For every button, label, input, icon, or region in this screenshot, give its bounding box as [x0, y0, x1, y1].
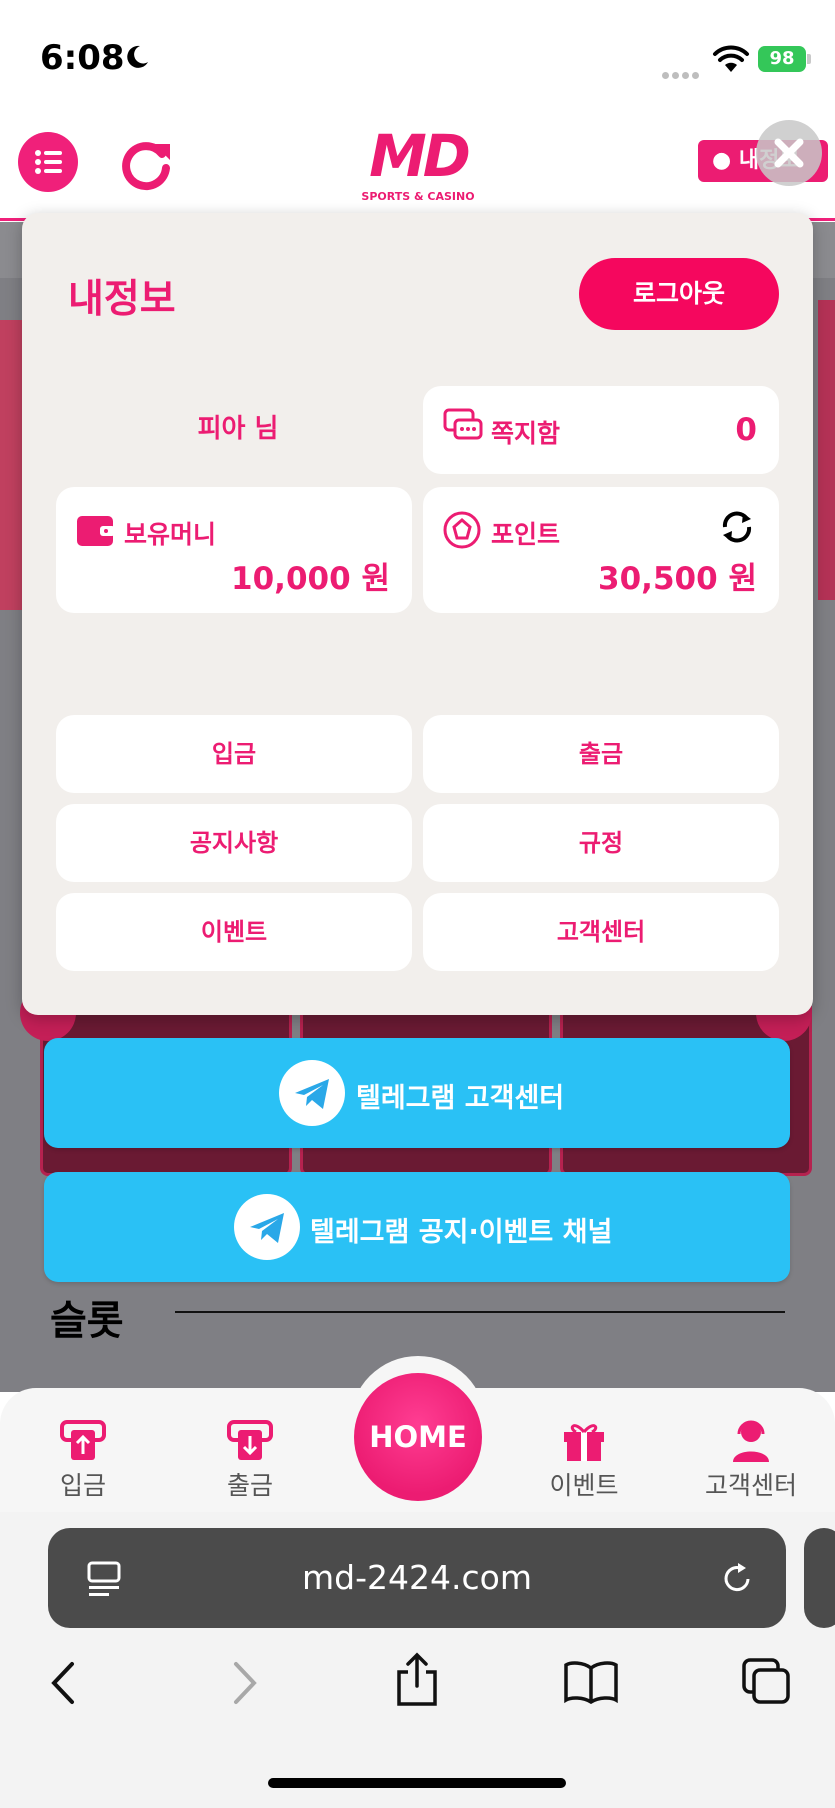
cellular-signal-icon	[662, 64, 702, 83]
banner-edge	[0, 320, 24, 610]
withdraw-icon	[227, 1420, 273, 1460]
share-icon[interactable]	[393, 1652, 441, 1708]
section-divider	[175, 1311, 785, 1313]
points-label: 포인트	[491, 520, 561, 549]
nav-event[interactable]: 이벤트	[514, 1418, 654, 1502]
nav-withdraw[interactable]: 출금	[180, 1418, 320, 1502]
messages-count: 0	[735, 412, 757, 448]
status-time: 6:08	[40, 38, 125, 78]
headset-agent-icon	[733, 1420, 769, 1462]
points-value: 30,500 원	[598, 561, 757, 597]
battery-indicator: 98	[758, 46, 806, 72]
deposit-menu-button[interactable]: 입금	[56, 715, 412, 793]
balance-card: 보유머니 10,000 원	[56, 487, 412, 613]
modal-title: 내정보	[68, 277, 176, 322]
nav-event-label: 이벤트	[549, 1471, 619, 1500]
wifi-icon	[713, 45, 749, 72]
hamburger-menu-button[interactable]	[18, 132, 78, 192]
bookmarks-icon[interactable]	[563, 1660, 619, 1704]
battery-tip	[807, 54, 811, 64]
telegram-icon	[234, 1194, 300, 1260]
telegram-icon	[279, 1060, 345, 1126]
telegram-channel-label: 텔레그램 공지·이벤트 채널	[310, 1217, 613, 1248]
deposit-icon	[60, 1420, 106, 1460]
slot-section-title: 슬롯	[50, 1298, 124, 1344]
logo-text: MD	[369, 122, 471, 190]
forward-icon[interactable]	[226, 1660, 262, 1706]
telegram-support-label: 텔레그램 고객센터	[356, 1083, 565, 1114]
nav-support-label: 고객센터	[704, 1471, 797, 1500]
site-logo[interactable]: MD SPORTS & CASINO	[361, 122, 474, 208]
nav-deposit[interactable]: 입금	[13, 1418, 153, 1502]
balance-value: 10,000 원	[231, 561, 390, 597]
banner-edge-right	[818, 300, 835, 600]
user-icon: ●	[712, 148, 732, 173]
notice-menu-button[interactable]: 공지사항	[56, 804, 412, 882]
back-icon[interactable]	[46, 1660, 82, 1706]
home-indicator	[268, 1778, 566, 1788]
nav-support[interactable]: 고객센터	[681, 1418, 821, 1502]
balance-label: 보유머니	[124, 520, 217, 549]
nav-deposit-label: 입금	[59, 1471, 106, 1500]
reload-icon[interactable]	[718, 1560, 756, 1598]
logout-button[interactable]: 로그아웃	[579, 258, 779, 330]
home-button[interactable]: HOME	[354, 1373, 482, 1501]
list-icon	[35, 150, 62, 174]
close-icon	[774, 138, 804, 168]
points-card: 포인트 30,500 원	[423, 487, 779, 613]
moon-icon	[127, 45, 148, 68]
close-modal-button[interactable]	[756, 120, 822, 186]
chat-bubbles-icon	[443, 408, 483, 440]
rules-menu-button[interactable]: 규정	[423, 804, 779, 882]
tabs-icon[interactable]	[740, 1656, 792, 1706]
next-tab-preview[interactable]	[804, 1528, 835, 1628]
support-menu-button[interactable]: 고객센터	[423, 893, 779, 971]
refresh-points-icon[interactable]	[717, 507, 757, 547]
messages-card[interactable]: 쪽지함 0	[423, 386, 779, 474]
event-menu-button[interactable]: 이벤트	[56, 893, 412, 971]
messages-label: 쪽지함	[491, 419, 561, 448]
telegram-support-button[interactable]: 텔레그램 고객센터	[44, 1038, 790, 1148]
url-text[interactable]: md-2424.com	[48, 1528, 786, 1628]
withdraw-menu-button[interactable]: 출금	[423, 715, 779, 793]
user-name: 피아 님	[197, 414, 279, 444]
logo-subtitle: SPORTS & CASINO	[361, 190, 475, 203]
refresh-icon[interactable]	[118, 136, 176, 194]
gift-icon	[564, 1424, 604, 1461]
telegram-channel-button[interactable]: 텔레그램 공지·이벤트 채널	[44, 1172, 790, 1282]
points-badge-icon	[443, 511, 481, 549]
nav-withdraw-label: 출금	[226, 1471, 273, 1500]
wallet-icon	[77, 516, 115, 546]
